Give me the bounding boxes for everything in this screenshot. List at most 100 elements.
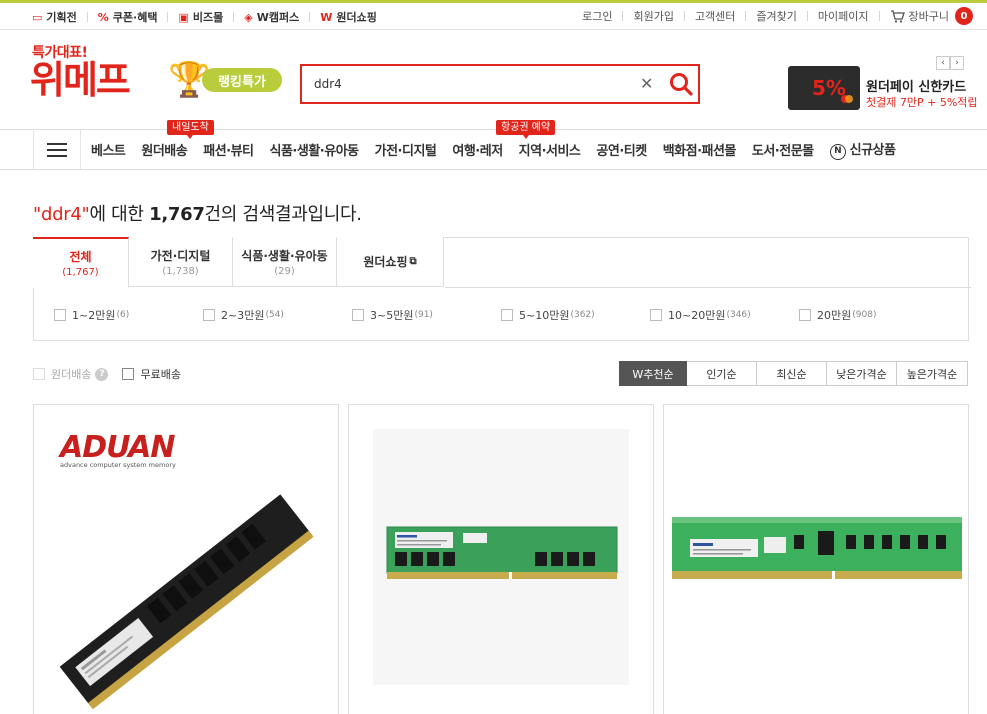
nav-item-tickets[interactable]: 공연·티켓 — [596, 140, 647, 159]
checkbox[interactable] — [501, 309, 513, 321]
product-card[interactable]: ADUAN advance computer system memory — [33, 404, 339, 714]
store-icon: ▣ — [178, 10, 189, 24]
delivery-filters: 원더배송? 무료배송 — [33, 366, 181, 382]
checkbox[interactable] — [650, 309, 662, 321]
divider — [167, 12, 169, 22]
promo-banner-card[interactable]: 5% 원더페이 신한카드 첫결제 7만P + 5%적립 — [788, 64, 978, 112]
divider — [309, 12, 311, 22]
util-link-coupons[interactable]: % 쿠폰·혜택 — [98, 9, 158, 25]
nav-badge-next-day: 내일도착 — [167, 120, 214, 139]
checkbox[interactable] — [54, 309, 66, 321]
utility-links-right: 로그인 회원가입 고객센터 즐겨찾기 마이페이지 장바구니 0 — [582, 7, 973, 25]
login-link[interactable]: 로그인 — [582, 8, 612, 24]
new-circle-icon: N — [829, 144, 846, 160]
wonder-delivery-filter[interactable]: 원더배송? — [33, 366, 109, 382]
external-link-icon: ⧉ — [409, 256, 417, 267]
nav-badge-flight: 항공권 예약 — [496, 120, 556, 139]
product-card[interactable] — [348, 404, 654, 714]
util-link-promotions[interactable]: ▭ 기획전 — [32, 9, 77, 25]
price-filter-3-5[interactable]: 3~5만원 (91) — [352, 307, 501, 323]
nav-items: 베스트 원더배송 패션·뷰티 식품·생활·유아동 가전·디지털 여행·레저 지역… — [91, 130, 911, 169]
checkbox[interactable] — [203, 309, 215, 321]
nav-item-travel-leisure[interactable]: 여행·레저 — [452, 140, 503, 159]
utility-links-left: ▭ 기획전 % 쿠폰·혜택 ▣ 비즈몰 ◈ W캠퍼스 W 원더쇼핑 — [32, 9, 377, 25]
util-link-bizmall[interactable]: ▣ 비즈몰 — [178, 9, 223, 25]
price-filters: 1~2만원 (6) 2~3만원 (54) 3~5만원 (91) 5~10만원 (362)… — [54, 307, 948, 323]
divider — [86, 12, 88, 22]
cart-link[interactable]: 장바구니 0 — [890, 7, 973, 25]
free-shipping-filter[interactable]: 무료배송 — [122, 366, 181, 382]
nav-item-wonder-delivery[interactable]: 원더배송 — [141, 140, 187, 159]
tab-baseline — [445, 287, 971, 288]
cart-count-badge: 0 — [955, 7, 973, 25]
sort-price-high[interactable]: 높은가격순 — [897, 361, 968, 386]
nav-item-electronics[interactable]: 가전·디지털 — [375, 140, 437, 159]
tab-wonder-shopping[interactable]: 원더쇼핑 ⧉ — [337, 237, 444, 287]
nav-item-new-products[interactable]: N 신규상품 — [829, 139, 896, 160]
sort-latest[interactable]: 최신순 — [757, 361, 827, 386]
brand-sub-text: advance computer system memory — [60, 461, 176, 469]
price-filter-2-3[interactable]: 2~3만원 (54) — [203, 307, 352, 323]
product-card[interactable] — [663, 404, 969, 714]
mypage-link[interactable]: 마이페이지 — [818, 8, 869, 24]
percent-coupon-icon: % — [97, 10, 109, 24]
divider — [683, 11, 685, 21]
graduation-cap-icon: ◈ — [244, 10, 253, 24]
price-filter-20-plus[interactable]: 20만원 (908) — [799, 307, 948, 323]
cart-label: 장바구니 — [908, 10, 949, 23]
search-input[interactable] — [314, 74, 624, 94]
menu-icon[interactable] — [33, 130, 81, 169]
price-filter-1-2[interactable]: 1~2만원 (6) — [54, 307, 203, 323]
divider — [622, 11, 624, 21]
nav-item-department-store[interactable]: 백화점·패션몰 — [663, 140, 737, 159]
nav-item-food-living-kids[interactable]: 식품·생활·유아동 — [270, 140, 360, 159]
cart-icon — [890, 9, 905, 23]
promo-title: 원더페이 신한카드 — [866, 80, 967, 95]
tab-food-living[interactable]: 식품·생활·유아동 (29) — [233, 237, 337, 287]
favorites-link[interactable]: 즐겨찾기 — [756, 8, 796, 24]
category-filter-box: 전체 (1,767) 가전·디지털 (1,738) 식품·생활·유아동 (29)… — [33, 237, 971, 341]
card-brand-icon — [841, 95, 853, 103]
checkbox[interactable] — [799, 309, 811, 321]
tab-electronics[interactable]: 가전·디지털 (1,738) — [129, 237, 233, 287]
util-link-wondershopping[interactable]: W 원더쇼핑 — [320, 9, 377, 25]
result-query: ddr4 — [40, 204, 82, 225]
checkbox[interactable] — [33, 368, 45, 380]
signup-link[interactable]: 회원가입 — [633, 8, 673, 24]
close-icon[interactable]: ✕ — [640, 73, 653, 95]
ranking-label: 랭킹특가 — [202, 68, 282, 92]
calendar-icon: ▭ — [32, 10, 43, 24]
nav-item-fashion-beauty[interactable]: 패션·뷰티 — [203, 140, 254, 159]
sort-options: W추천순 인기순 최신순 낮은가격순 높은가격순 — [619, 361, 968, 386]
search-result-heading: "ddr4"에 대한 1,767건의 검색결과입니다. — [33, 204, 362, 225]
wonder-w-icon: W — [320, 10, 333, 24]
help-icon[interactable]: ? — [95, 367, 109, 381]
product-image-aduan-ram: ADUAN advance computer system memory — [58, 430, 314, 709]
sort-price-low[interactable]: 낮은가격순 — [827, 361, 897, 386]
nav-item-best[interactable]: 베스트 — [91, 140, 126, 159]
credit-card-image: 5% — [788, 66, 860, 110]
divider — [878, 11, 880, 21]
price-filter-10-20[interactable]: 10~20만원 (346) — [650, 307, 799, 323]
price-filter-5-10[interactable]: 5~10만원 (362) — [501, 307, 650, 323]
sort-popular[interactable]: 인기순 — [687, 361, 757, 386]
customer-center-link[interactable]: 고객센터 — [695, 8, 735, 24]
checkbox[interactable] — [122, 368, 135, 380]
utility-bar: ▭ 기획전 % 쿠폰·혜택 ▣ 비즈몰 ◈ W캠퍼스 W 원더쇼핑 로그인 회원… — [0, 3, 987, 30]
ranking-deals-banner[interactable]: 🏆 랭킹특가 — [164, 58, 284, 104]
category-nav: 베스트 원더배송 패션·뷰티 식품·생활·유아동 가전·디지털 여행·레저 지역… — [0, 129, 987, 170]
brand-logo-text: ADUAN — [58, 430, 175, 465]
sort-w-recommend[interactable]: W추천순 — [619, 361, 687, 386]
nav-item-books[interactable]: 도서·전문몰 — [752, 140, 814, 159]
checkbox[interactable] — [352, 309, 364, 321]
category-tabs: 전체 (1,767) 가전·디지털 (1,738) 식품·생활·유아동 (29)… — [33, 237, 444, 288]
util-link-wcampus[interactable]: ◈ W캠퍼스 — [244, 9, 299, 25]
search-icon[interactable] — [668, 71, 694, 97]
divider — [806, 11, 808, 21]
site-logo[interactable]: 위메프 — [30, 60, 131, 100]
divider — [745, 11, 747, 21]
nav-item-local-service[interactable]: 지역·서비스 — [519, 140, 581, 159]
promo-subtitle: 첫결제 7만P + 5%적립 — [866, 96, 978, 109]
tab-all[interactable]: 전체 (1,767) — [33, 237, 129, 288]
divider — [233, 12, 235, 22]
